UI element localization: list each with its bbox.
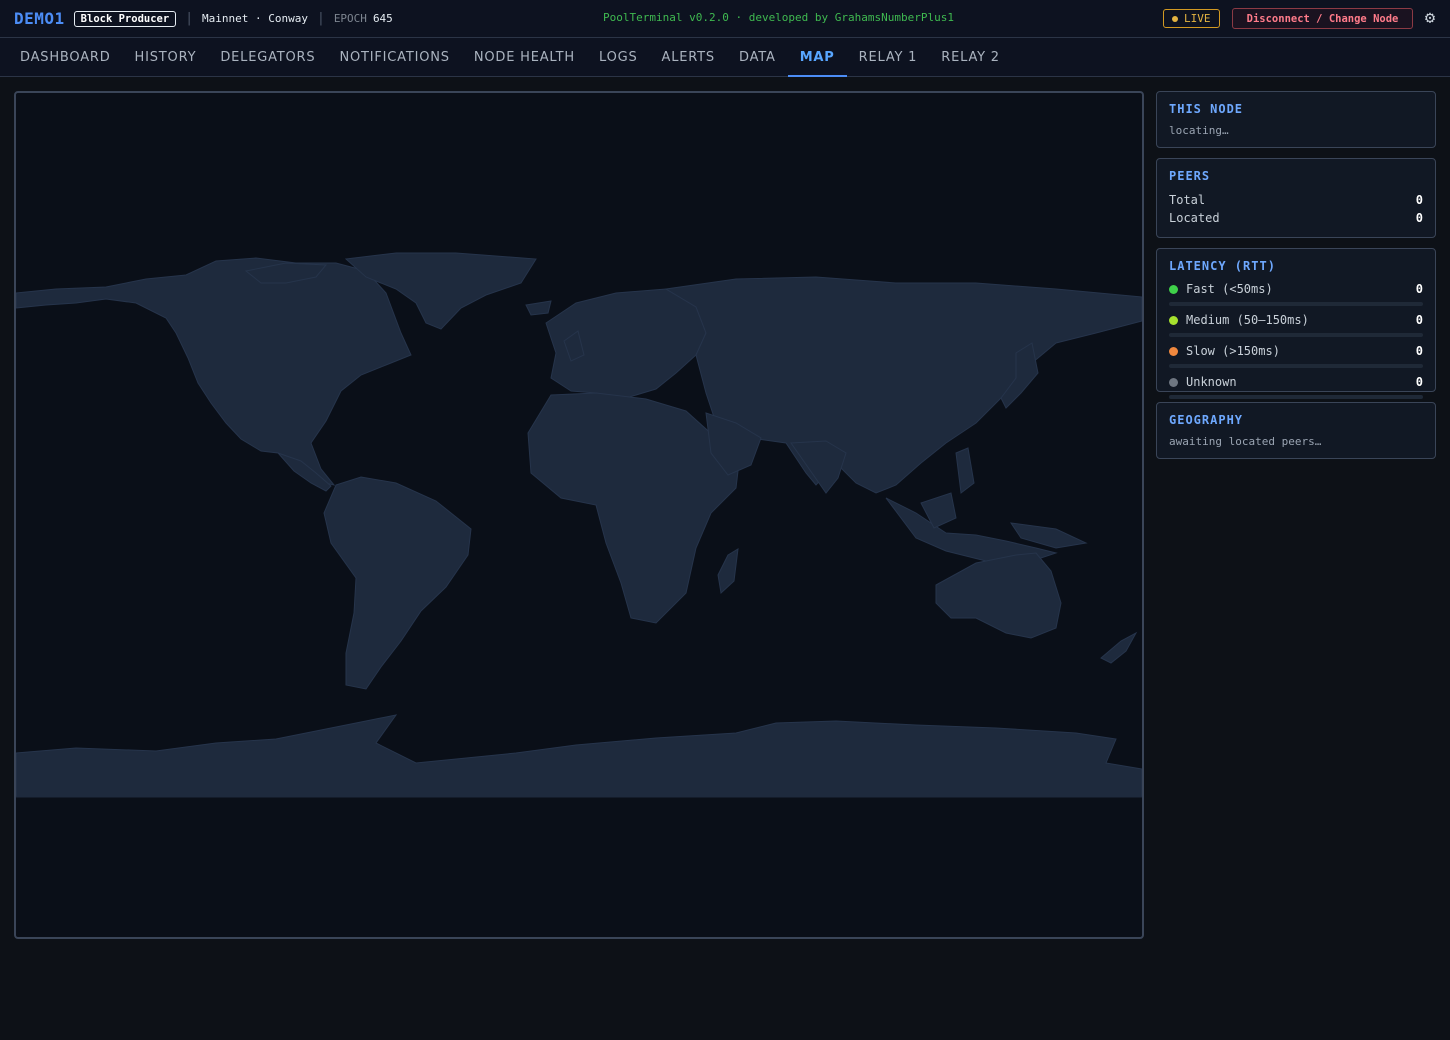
latency-count: 0 (1415, 344, 1423, 358)
role-badge: Block Producer (73, 10, 177, 27)
card-title: GEOGRAPHY (1169, 413, 1244, 427)
tab-node-health[interactable]: NODE HEALTH (462, 38, 587, 76)
card-title: PEERS (1169, 169, 1211, 183)
tab-logs[interactable]: LOGS (587, 38, 650, 76)
tab-history[interactable]: HISTORY (123, 38, 209, 76)
tab-map[interactable]: MAP (787, 38, 847, 77)
latency-count: 0 (1415, 375, 1423, 389)
node-name: DEMO1 (14, 9, 65, 28)
tab-dashboard[interactable]: DASHBOARD (8, 38, 123, 76)
peers-located-label: Located (1169, 211, 1220, 225)
latency-bar (1169, 395, 1423, 399)
landmass-new-zealand (1100, 631, 1138, 664)
tab-notifications[interactable]: NOTIFICATIONS (327, 38, 461, 76)
latency-row-unknown: Unknown 0 (1169, 374, 1423, 399)
this-node-status: locating… (1169, 124, 1229, 137)
peers-total-row: Total 0 (1169, 191, 1423, 209)
latency-count: 0 (1415, 313, 1423, 327)
main-nav: DASHBOARD HISTORY DELEGATORS NOTIFICATIO… (0, 38, 1450, 77)
epoch-value: 645 (372, 12, 393, 25)
latency-label: Fast (<50ms) (1186, 282, 1273, 296)
geography-card: GEOGRAPHY awaiting located peers… (1156, 402, 1436, 459)
status-dot-icon (1169, 284, 1178, 294)
landmass-philippines (955, 447, 975, 494)
live-label: LIVE (1184, 12, 1211, 25)
peers-located-value: 0 (1415, 211, 1423, 225)
geography-status: awaiting located peers… (1169, 435, 1322, 448)
latency-bar (1169, 364, 1423, 368)
tab-delegators[interactable]: DELEGATORS (208, 38, 327, 76)
landmass-australia (935, 552, 1062, 639)
gear-icon[interactable]: ⚙ (1420, 7, 1440, 29)
peers-total-value: 0 (1415, 193, 1423, 207)
landmass-north-america (16, 257, 412, 486)
landmass-south-america (323, 476, 472, 690)
peers-total-label: Total (1169, 193, 1206, 207)
this-node-card: THIS NODE locating… (1156, 91, 1436, 148)
landmass-antarctica (16, 714, 1142, 798)
latency-bar (1169, 333, 1423, 337)
latency-row-medium: Medium (50–150ms) 0 (1169, 312, 1423, 337)
landmass-india (790, 440, 847, 494)
status-dot-icon (1169, 315, 1178, 325)
latency-label: Slow (>150ms) (1186, 344, 1280, 358)
latency-bar (1169, 302, 1423, 306)
landmass-new-guinea (1009, 522, 1088, 549)
live-status-badge: LIVE (1163, 9, 1220, 28)
status-dot-icon (1169, 377, 1178, 387)
card-title: LATENCY (RTT) (1169, 259, 1276, 273)
world-map-panel[interactable] (14, 91, 1144, 939)
peers-located-row: Located 0 (1169, 209, 1423, 227)
latency-label: Unknown (1186, 375, 1237, 389)
latency-row-fast: Fast (<50ms) 0 (1169, 281, 1423, 306)
network-label: Mainnet · Conway (202, 12, 308, 25)
tab-data[interactable]: DATA (727, 38, 788, 76)
tab-relay-2[interactable]: RELAY 2 (929, 38, 1012, 76)
peers-card: PEERS Total 0 Located 0 (1156, 158, 1436, 238)
latency-card: LATENCY (RTT) Fast (<50ms) 0 Medium (50–… (1156, 248, 1436, 399)
latency-count: 0 (1415, 282, 1423, 296)
landmass-madagascar (717, 548, 739, 594)
epoch-label: EPOCH (333, 12, 367, 25)
disconnect-button[interactable]: Disconnect / Change Node (1232, 8, 1413, 29)
landmass-iceland (525, 300, 552, 316)
top-header: DEMO1 Block Producer | Mainnet · Conway … (0, 0, 1450, 38)
landmass-africa (527, 392, 739, 624)
world-map[interactable] (16, 93, 1142, 937)
latency-label: Medium (50–150ms) (1186, 313, 1309, 327)
latency-row-slow: Slow (>150ms) 0 (1169, 343, 1423, 368)
card-title: THIS NODE (1169, 102, 1244, 116)
divider: | (185, 11, 194, 26)
status-dot-icon (1169, 346, 1178, 356)
tab-relay-1[interactable]: RELAY 1 (847, 38, 930, 76)
divider: | (316, 11, 325, 26)
live-dot-icon (1172, 15, 1178, 22)
tab-alerts[interactable]: ALERTS (650, 38, 727, 76)
